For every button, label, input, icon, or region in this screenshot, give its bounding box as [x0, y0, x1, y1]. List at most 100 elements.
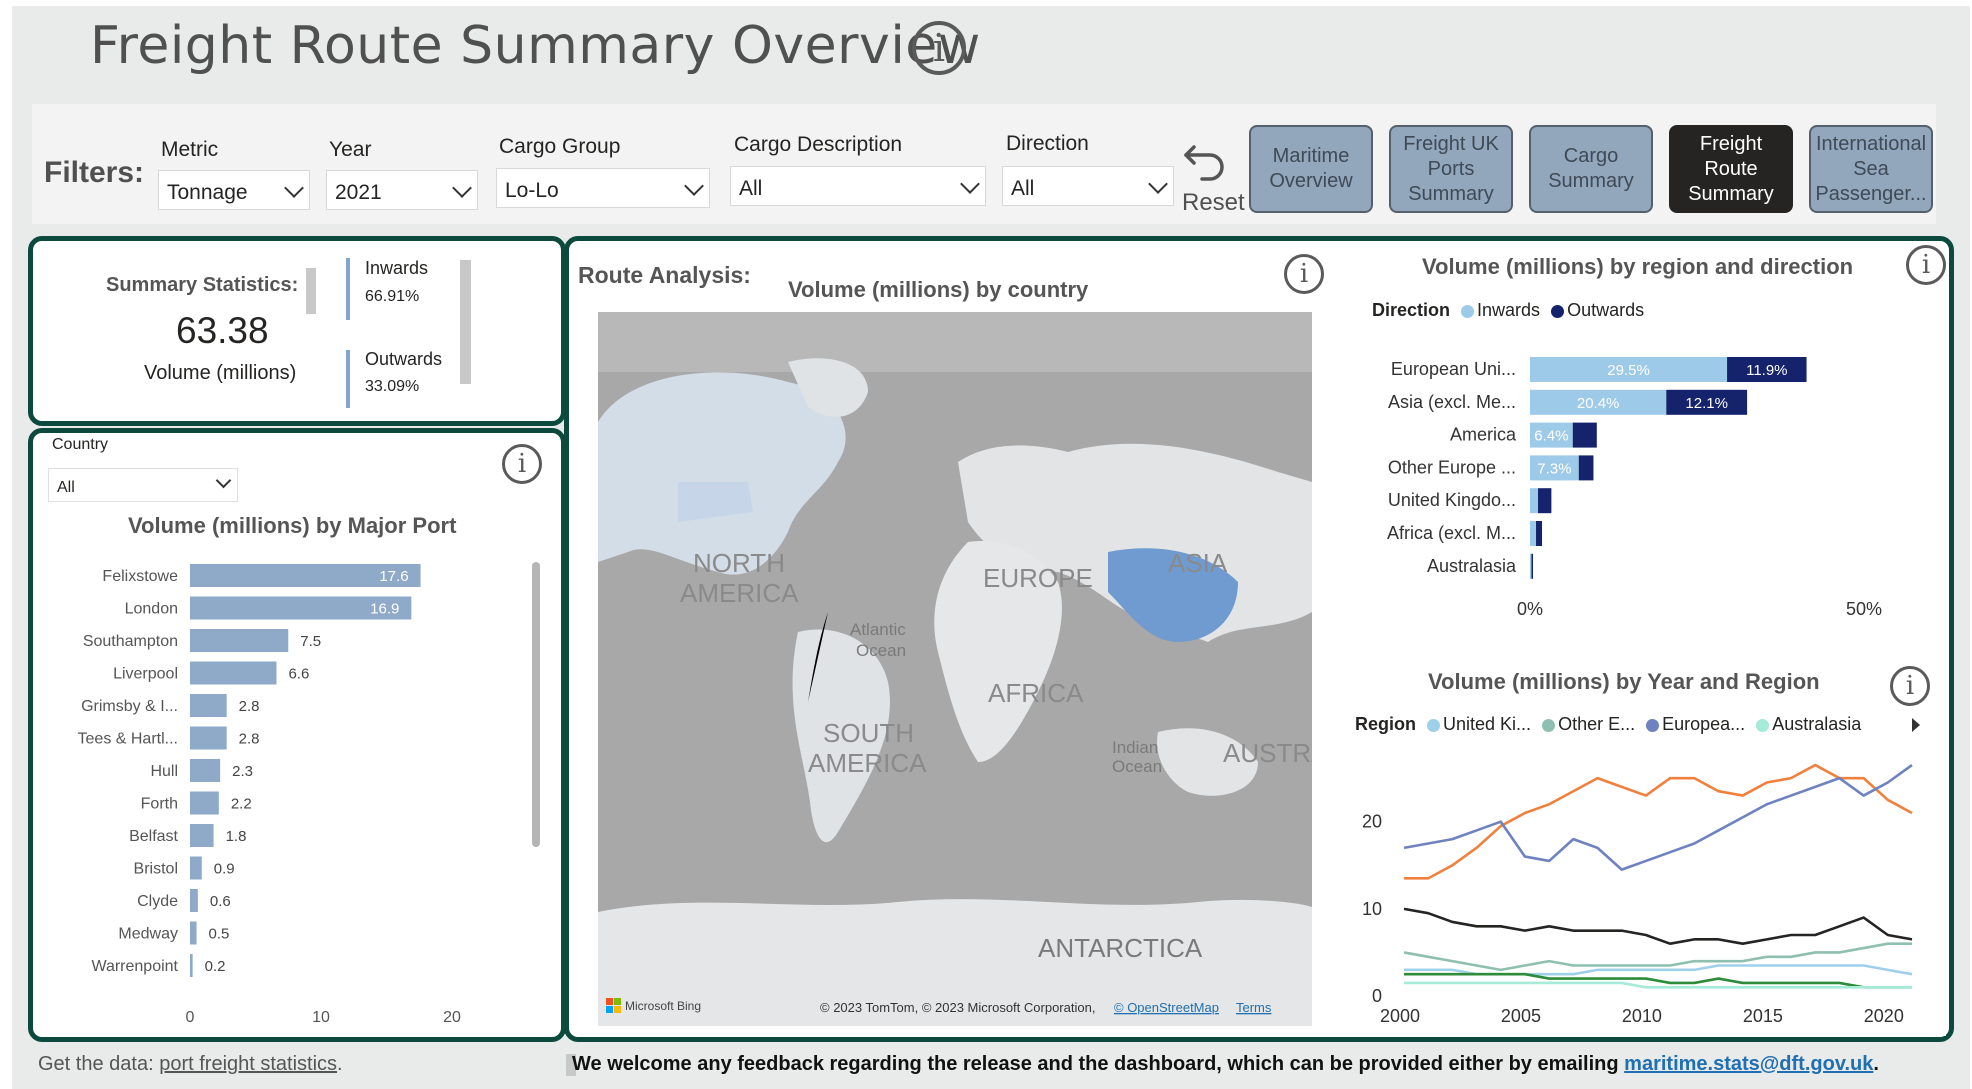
port-bar[interactable]	[190, 726, 227, 750]
port-bar[interactable]	[190, 791, 219, 815]
year-value: 2021	[335, 181, 382, 204]
email-link[interactable]: maritime.stats@dft.gov.uk	[1624, 1053, 1873, 1075]
year-dropdown[interactable]: 2021	[326, 170, 478, 210]
ports-scrollbar[interactable]	[532, 562, 540, 847]
chevron-down-icon	[684, 176, 704, 196]
port-bar[interactable]	[190, 954, 193, 977]
metric-value: Tonnage	[167, 181, 248, 204]
region-value-label: 20.4%	[1577, 395, 1620, 412]
region-series-line[interactable]	[1403, 764, 1913, 871]
nav-button-cargo-summary[interactable]: Cargo Summary	[1529, 125, 1653, 213]
port-bar[interactable]	[190, 629, 289, 652]
info-icon[interactable]: i	[1890, 666, 1930, 706]
reset-button[interactable]: Reset	[1180, 133, 1245, 216]
legend-item-australasia: Australasia	[1772, 714, 1862, 734]
port-label: Felixstowe	[102, 568, 178, 585]
info-icon[interactable]: i	[1906, 245, 1946, 285]
legend-next-arrow-icon[interactable]	[1912, 718, 1920, 732]
region-series-line[interactable]	[1404, 972, 1912, 989]
world-map[interactable]: NORTH AMERICA EUROPE ASIA AFRICA SOUTH A…	[598, 312, 1312, 1026]
map-label-australia: AUSTRA	[1223, 738, 1312, 768]
inwards-legend-dot	[1461, 304, 1475, 318]
cargo-description-value: All	[739, 177, 763, 200]
map-label-asia: ASIA	[1168, 548, 1228, 578]
port-label: Hull	[150, 763, 178, 780]
map-label-atlantic: Atlantic	[850, 620, 906, 639]
x-tick-label: 20	[443, 1009, 461, 1026]
port-value-label: 2.8	[239, 698, 260, 715]
region-series-line[interactable]	[1404, 763, 1913, 880]
map-label-south-america-2: AMERICA	[808, 748, 927, 778]
chevron-down-icon	[452, 178, 472, 198]
port-value-label: 0.2	[205, 958, 226, 975]
port-bar[interactable]	[190, 759, 221, 782]
map-label-indian-2: Ocean	[1112, 757, 1162, 776]
route-analysis-label: Route Analysis:	[578, 262, 751, 288]
map-attribution: © 2023 TomTom, © 2023 Microsoft Corporat…	[820, 1000, 1095, 1015]
direction-value: All	[1011, 177, 1035, 200]
summary-title: Summary Statistics:	[106, 274, 299, 296]
region-bar-outwards[interactable]	[1572, 422, 1597, 448]
region-bar-inwards[interactable]	[1530, 553, 1532, 579]
nav-button-maritime-overview[interactable]: Maritime Overview	[1249, 125, 1373, 213]
region-bar-inwards[interactable]	[1530, 521, 1537, 546]
region-bar-outwards[interactable]	[1578, 455, 1594, 481]
port-bar[interactable]	[190, 921, 197, 945]
inwards-label: Inwards	[365, 258, 429, 278]
direction-dropdown[interactable]: All	[1002, 166, 1174, 206]
port-bar[interactable]	[190, 694, 227, 717]
x-tick-label: 0	[186, 1009, 195, 1026]
inwards-bar	[346, 258, 350, 320]
y-tick-label: 10	[1362, 899, 1382, 919]
country-dropdown[interactable]: All	[48, 468, 238, 502]
info-icon[interactable]: i	[1284, 254, 1324, 294]
port-value-label: 1.8	[226, 828, 247, 845]
metric-dropdown[interactable]: Tonnage	[158, 170, 310, 210]
x-tick-label: 2015	[1743, 1006, 1783, 1026]
region-bar-inwards[interactable]	[1530, 488, 1539, 514]
port-bar[interactable]	[190, 889, 198, 912]
region-series-line[interactable]	[1403, 907, 1913, 946]
year-label: Year	[329, 138, 372, 161]
port-value-label: 7.5	[300, 633, 321, 650]
legend-item-united-kingdom: United Ki...	[1443, 714, 1532, 734]
port-bar[interactable]	[190, 856, 202, 880]
terms-link[interactable]: Terms	[1236, 1000, 1272, 1015]
port-label: Belfast	[129, 828, 178, 845]
legend-inwards: Inwards	[1477, 300, 1541, 320]
port-value-label: 16.9	[370, 601, 399, 618]
info-icon[interactable]: i	[912, 21, 966, 75]
cargo-description-dropdown[interactable]: All	[730, 166, 986, 206]
cargo-group-value: Lo-Lo	[505, 179, 559, 202]
info-icon[interactable]: i	[502, 444, 542, 484]
summary-panel	[28, 236, 566, 426]
map-label-antarctica: ANTARCTICA	[1038, 933, 1203, 963]
undo-icon	[1184, 145, 1224, 181]
region-bar-outwards[interactable]	[1538, 488, 1552, 514]
port-value-label: 0.5	[209, 926, 230, 943]
nav-button-freight-route-summary[interactable]: Freight Route Summary	[1669, 125, 1793, 213]
port-label: Tees & Hartl...	[78, 731, 178, 748]
port-bar[interactable]	[190, 824, 214, 847]
x-tick-label: 50%	[1846, 599, 1882, 619]
get-data-period: .	[337, 1053, 343, 1075]
region-label: Asia (excl. Me...	[1388, 392, 1516, 412]
nav-button-freight-uk-ports-summary[interactable]: Freight UK Ports Summary	[1389, 125, 1513, 213]
chevron-down-icon	[960, 174, 980, 194]
outwards-percent: 33.09%	[365, 378, 420, 395]
openstreetmap-link[interactable]: © OpenStreetMap	[1114, 1000, 1219, 1015]
region-bar-outwards[interactable]	[1531, 553, 1534, 579]
port-value-label: 2.8	[239, 731, 260, 748]
legend-outwards: Outwards	[1567, 300, 1645, 320]
region-bar-outwards[interactable]	[1536, 521, 1543, 546]
port-freight-statistics-link[interactable]: port freight statistics	[159, 1053, 337, 1075]
map-label-atlantic-2: Ocean	[856, 641, 906, 660]
map-title: Volume (millions) by country	[788, 277, 1089, 302]
cargo-group-label: Cargo Group	[499, 135, 621, 158]
port-bar[interactable]	[190, 661, 277, 685]
region-direction-bar-chart: European Uni... 29.5% 11.9% Asia (excl. Me.…	[1387, 357, 1882, 619]
nav-button-international-sea-passenger[interactable]: International Sea Passenger...	[1809, 125, 1933, 213]
legend-dot-other-europe	[1542, 718, 1556, 732]
cargo-group-dropdown[interactable]: Lo-Lo	[496, 168, 710, 208]
summary-divider	[306, 268, 316, 314]
